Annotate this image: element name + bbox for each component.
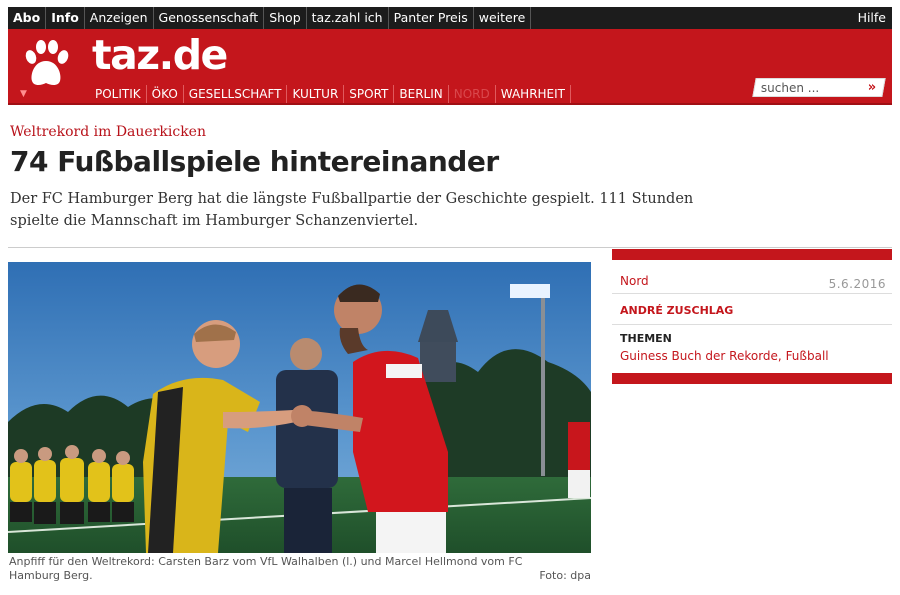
author-link[interactable]: ANDRÉ ZUSCHLAG xyxy=(620,304,733,317)
photo-credit: Foto: dpa xyxy=(539,569,591,582)
nav-berlin[interactable]: BERLIN xyxy=(394,85,449,103)
top-link-abo[interactable]: Abo xyxy=(8,7,47,29)
search-input[interactable] xyxy=(760,80,857,96)
top-bar: Abo Info Anzeigen Genossenschaft Shop ta… xyxy=(8,7,892,29)
article-photo[interactable] xyxy=(8,262,591,553)
top-link-info[interactable]: Info xyxy=(46,7,85,29)
site-logo[interactable]: taz.de xyxy=(92,31,228,79)
sidebar-top-bar xyxy=(612,249,892,260)
article-lead: Der FC Hamburger Berg hat die längste Fu… xyxy=(10,191,694,229)
top-links: Abo Info Anzeigen Genossenschaft Shop ta… xyxy=(8,7,532,29)
top-link-genossenschaft[interactable]: Genossenschaft xyxy=(154,7,265,29)
help-link[interactable]: Hilfe xyxy=(858,7,886,29)
nav-kultur[interactable]: KULTUR xyxy=(287,85,345,103)
top-link-shop[interactable]: Shop xyxy=(264,7,307,29)
sidebar-author-row: ANDRÉ ZUSCHLAG xyxy=(612,294,892,325)
site-header: ▼ taz.de POLITIK ÖKO GESELLSCHAFT KULTUR… xyxy=(8,29,892,105)
topic-separator: , xyxy=(777,349,786,363)
sidebar-bottom-bar xyxy=(612,373,892,384)
ressort-link[interactable]: Nord xyxy=(620,274,649,288)
nav-sport[interactable]: SPORT xyxy=(344,85,395,103)
top-link-panter-preis[interactable]: Panter Preis xyxy=(389,7,474,29)
divider xyxy=(8,247,892,248)
photo-caption: Anpfiff für den Weltrekord: Carsten Barz… xyxy=(9,555,591,583)
paw-icon[interactable] xyxy=(22,39,70,91)
top-link-taz-zahl-ich[interactable]: taz.zahl ich xyxy=(307,7,389,29)
topic-link-guiness[interactable]: Guiness Buch der Rekorde xyxy=(620,349,778,363)
top-link-anzeigen[interactable]: Anzeigen xyxy=(85,7,154,29)
topics-list: Guiness Buch der Rekorde, Fußball xyxy=(620,349,829,363)
nav-oeko[interactable]: ÖKO xyxy=(147,85,184,103)
publish-date: 5.6.2016 xyxy=(828,277,886,291)
topic-link-fussball[interactable]: Fußball xyxy=(786,349,829,363)
caption-text: Anpfiff für den Weltrekord: Carsten Barz… xyxy=(9,555,523,582)
double-chevron-icon[interactable]: » xyxy=(864,80,880,95)
article-kicker: Weltrekord im Dauerkicken xyxy=(10,124,206,140)
article-meta-sidebar: Nord 5.6.2016 ANDRÉ ZUSCHLAG THEMEN Guin… xyxy=(612,249,892,384)
main-nav: POLITIK ÖKO GESELLSCHAFT KULTUR SPORT BE… xyxy=(90,85,572,103)
nav-wahrheit[interactable]: WAHRHEIT xyxy=(496,85,572,103)
sidebar-ressort-row: Nord 5.6.2016 xyxy=(612,260,892,294)
chevron-down-icon[interactable]: ▼ xyxy=(20,89,27,99)
nav-nord[interactable]: NORD xyxy=(449,85,496,103)
article-headline: 74 Fußballspiele hintereinander xyxy=(10,145,499,178)
top-link-weitere[interactable]: weitere xyxy=(474,7,532,29)
search-box: » xyxy=(752,78,886,97)
nav-gesellschaft[interactable]: GESELLSCHAFT xyxy=(184,85,288,103)
topics-label: THEMEN xyxy=(620,332,672,345)
sidebar-topics-row: THEMEN Guiness Buch der Rekorde, Fußball xyxy=(612,325,892,373)
nav-politik[interactable]: POLITIK xyxy=(90,85,147,103)
